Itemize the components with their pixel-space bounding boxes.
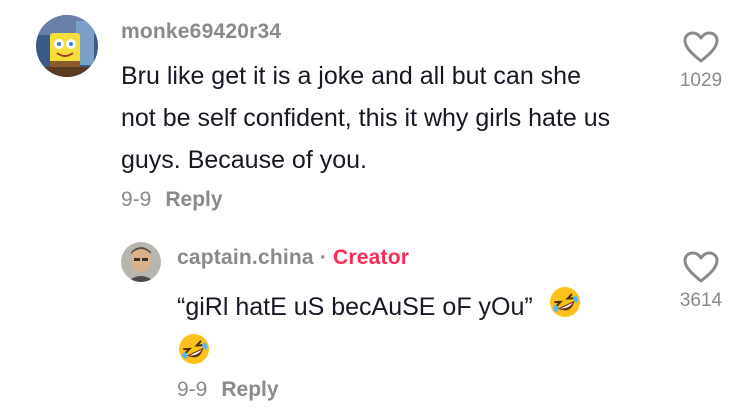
creator-badge: Creator bbox=[333, 246, 410, 269]
user-photo-avatar-icon bbox=[121, 242, 161, 282]
like-count: 1029 bbox=[679, 70, 723, 91]
like-button[interactable]: 1029 bbox=[661, 30, 741, 92]
reply-text: “giRl hatE uS becAuSE oF yOu” bbox=[177, 293, 533, 322]
avatar[interactable] bbox=[121, 242, 161, 282]
separator-dot: · bbox=[319, 246, 328, 269]
reply-header: captain.china · Creator bbox=[177, 246, 409, 270]
rolling-on-floor-laughing-icon bbox=[177, 332, 211, 379]
reply-username[interactable]: captain.china bbox=[177, 246, 314, 269]
comment-date: 9-9 bbox=[121, 188, 152, 211]
spongebob-avatar-icon bbox=[36, 15, 98, 77]
comment-item: monke69420r34 Bru like get it is a joke … bbox=[0, 0, 750, 215]
reply-item: captain.china · Creator “giRl hatE uS becA… bbox=[0, 215, 750, 420]
heart-outline-icon bbox=[683, 251, 719, 283]
comment-username[interactable]: monke69420r34 bbox=[121, 20, 281, 44]
reply-date: 9-9 bbox=[177, 378, 208, 401]
heart-outline-icon bbox=[683, 31, 719, 63]
comment-meta: 9-9 Reply bbox=[121, 188, 223, 212]
reply-meta: 9-9 Reply bbox=[177, 378, 279, 402]
reply-button[interactable]: Reply bbox=[165, 188, 222, 211]
avatar[interactable] bbox=[36, 15, 98, 77]
like-button[interactable]: 3614 bbox=[661, 250, 741, 312]
comment-text: Bru like get it is a joke and all but ca… bbox=[121, 62, 611, 174]
rolling-on-floor-laughing-icon bbox=[548, 285, 582, 332]
reply-button[interactable]: Reply bbox=[221, 378, 278, 401]
reply-text-block: “giRl hatE uS becAuSE oF yOu” bbox=[177, 285, 647, 379]
like-count: 3614 bbox=[679, 290, 723, 311]
